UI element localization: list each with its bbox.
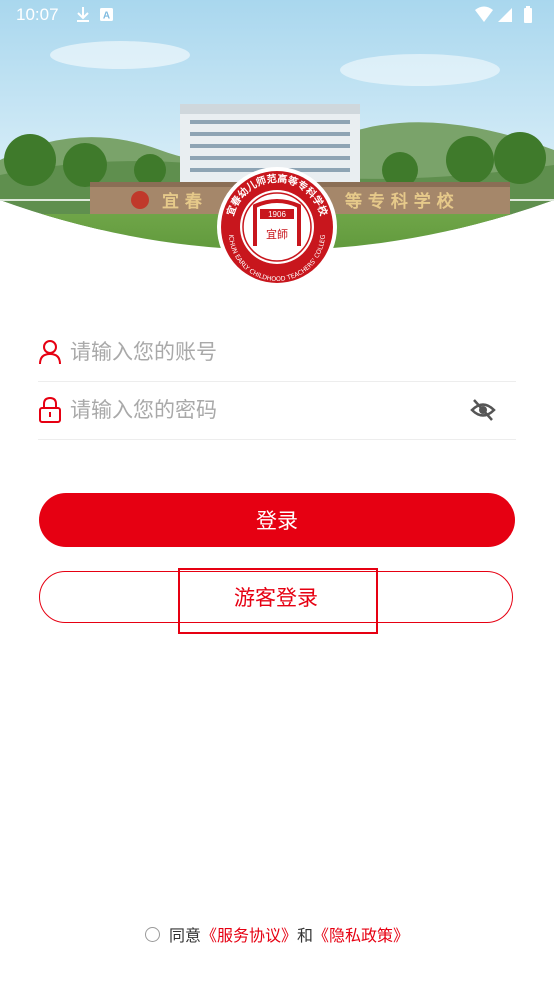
- account-input[interactable]: [70, 334, 470, 370]
- service-agreement-link[interactable]: 《服务协议》: [201, 922, 297, 946]
- status-right-icons: [474, 6, 536, 24]
- user-icon: [38, 339, 62, 369]
- guest-login-button[interactable]: 游客登录: [39, 571, 513, 623]
- campus-banner: 宜 春 等 专 科 学 校 宜春幼儿师范高等专科学校 YICHUN EARLY: [0, 0, 554, 300]
- login-button[interactable]: 登录: [39, 493, 515, 547]
- agreement-row: 同意 《服务协议》 和 《隐私政策》: [0, 920, 554, 948]
- password-field: [38, 382, 516, 440]
- lock-icon: [38, 396, 62, 427]
- status-left-icons: A: [76, 6, 116, 24]
- password-input[interactable]: [70, 392, 470, 428]
- wifi-icon: [475, 6, 493, 22]
- battery-icon: [524, 6, 532, 23]
- gate-text-left: 宜 春: [162, 191, 202, 212]
- logo-glyph: 宜師: [266, 227, 288, 241]
- notification-a-icon: A: [100, 8, 113, 22]
- agreement-joiner: 和: [297, 926, 314, 945]
- svg-text:A: A: [103, 11, 110, 22]
- signal-icon: [498, 8, 512, 22]
- agreement-prefix: 同意: [168, 926, 201, 945]
- status-time: 10:07: [16, 5, 59, 24]
- privacy-policy-link[interactable]: 《隐私政策》: [313, 922, 409, 946]
- account-field: [38, 324, 516, 382]
- gate-text-right: 等 专 科 学 校: [345, 191, 455, 212]
- download-icon: [77, 7, 89, 22]
- status-bar: 10:07 A: [0, 0, 554, 30]
- eye-off-icon[interactable]: [470, 398, 496, 426]
- agree-radio[interactable]: [144, 926, 160, 942]
- logo-year: 1906: [268, 210, 286, 219]
